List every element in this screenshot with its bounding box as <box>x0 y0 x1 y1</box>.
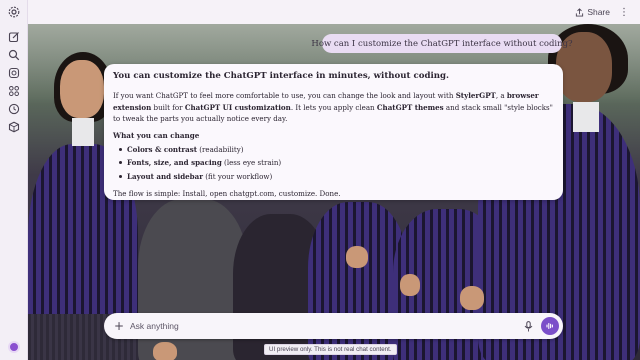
list-item: Layout and sidebar (fit your workflow) <box>113 170 553 184</box>
preview-notice: UI preview only. This is not real chat c… <box>264 344 397 355</box>
share-button[interactable]: Share <box>575 5 610 19</box>
list-item: Colors & contrast (readability) <box>113 143 553 157</box>
reply-flow: The flow is simple: Install, open chatgp… <box>113 189 341 198</box>
microphone-icon[interactable] <box>522 319 534 333</box>
voice-waveform-icon <box>546 322 553 330</box>
user-message-bubble: How can I customize the ChatGPT interfac… <box>311 34 573 53</box>
settings-icon[interactable] <box>8 6 20 18</box>
voice-mode-button[interactable] <box>541 317 559 335</box>
feature-list: Colors & contrast (readability) Fonts, s… <box>113 143 553 184</box>
new-chat-icon[interactable] <box>8 31 20 43</box>
package-icon[interactable] <box>8 121 20 133</box>
add-attachment-button[interactable]: + <box>112 318 126 334</box>
list-item: Fonts, size, and spacing (less eye strai… <box>113 156 553 170</box>
reply-intro: If you want ChatGPT to feel more comfort… <box>113 91 553 123</box>
message-input[interactable] <box>130 318 510 334</box>
share-label: Share <box>587 7 610 17</box>
share-icon <box>576 7 584 17</box>
more-options-icon[interactable]: ⋮ <box>618 5 630 19</box>
library-icon[interactable] <box>8 67 20 79</box>
section-title: What you can change <box>113 130 200 140</box>
avatar[interactable] <box>8 341 20 353</box>
search-icon[interactable] <box>8 49 20 61</box>
reply-heading: You can customize the ChatGPT interface … <box>113 71 449 81</box>
composer: + <box>104 313 563 339</box>
assistant-reply-card: You can customize the ChatGPT interface … <box>104 64 563 200</box>
left-rail <box>0 0 28 360</box>
top-bar: Share ⋮ <box>28 0 640 24</box>
brand-name: StylerGPT <box>455 91 496 100</box>
history-icon[interactable] <box>8 103 20 115</box>
apps-icon[interactable] <box>8 85 20 97</box>
